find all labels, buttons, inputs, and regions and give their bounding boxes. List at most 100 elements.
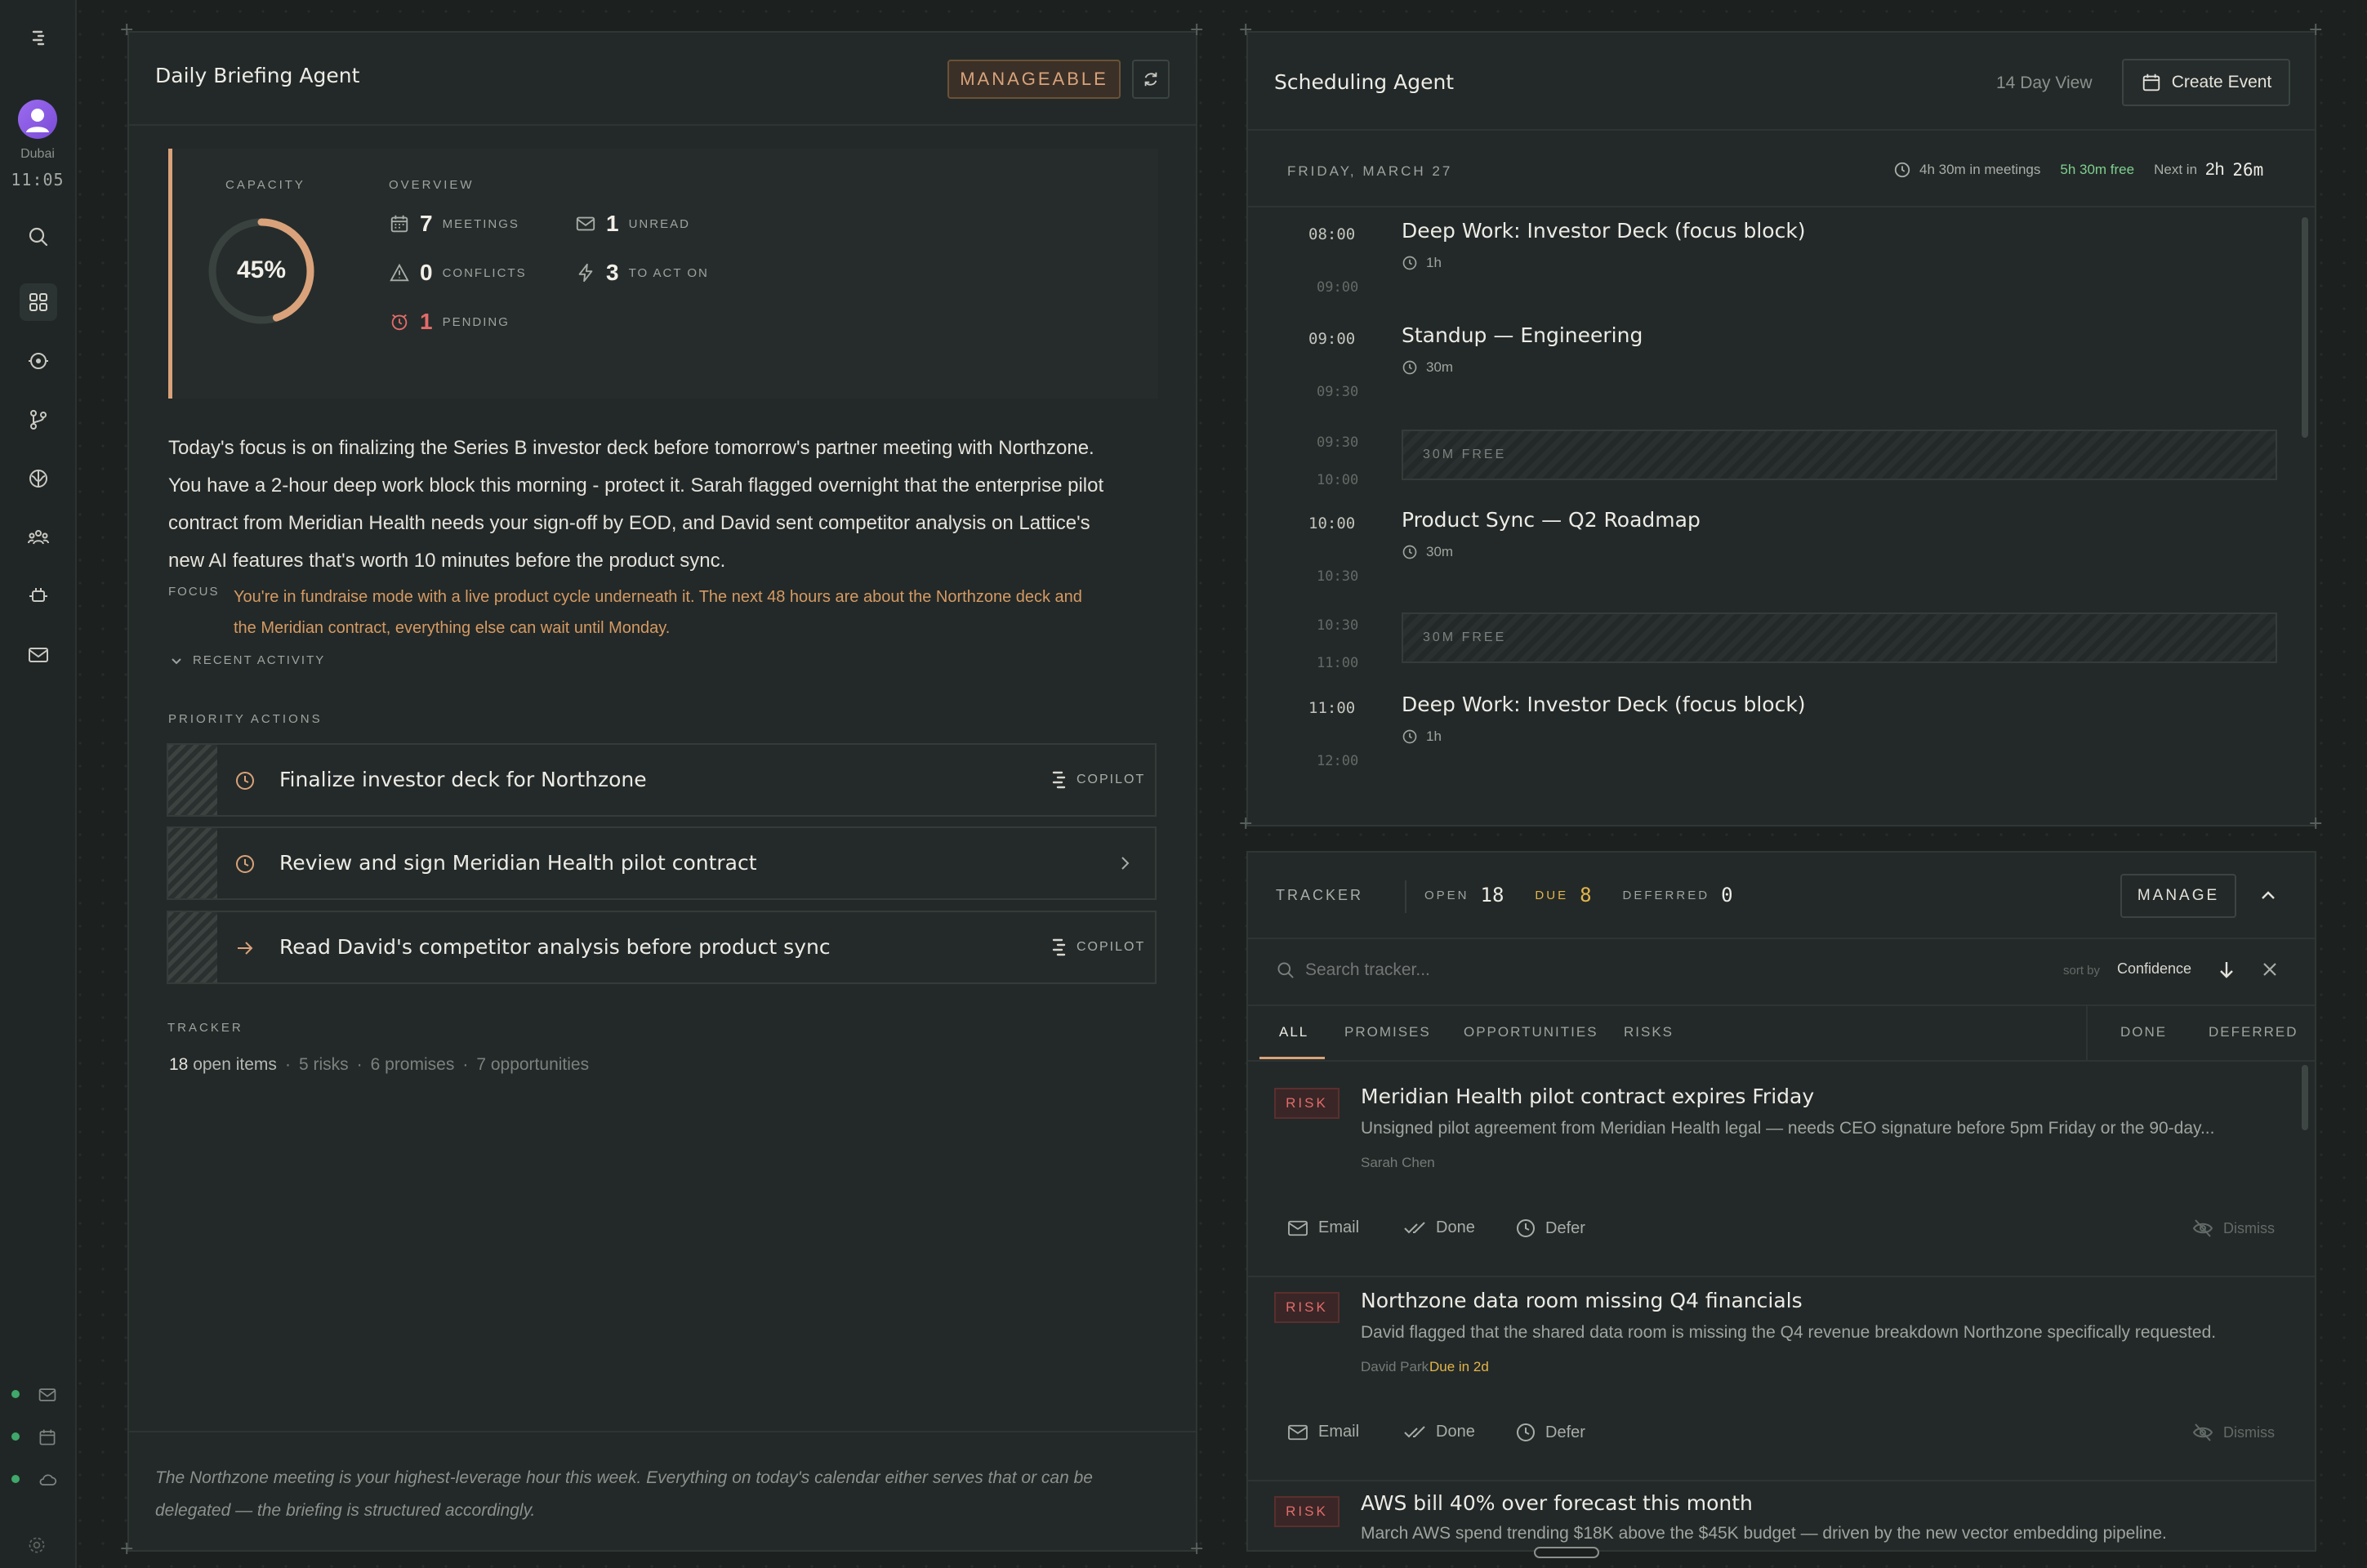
scheduling-title: Scheduling Agent	[1274, 70, 1455, 94]
dismiss-action-button[interactable]: Dismiss	[2192, 1218, 2275, 1238]
briefing-summary: Today's focus is on finalizing the Serie…	[168, 430, 1103, 580]
meetings-stat: 7 MEETINGS	[389, 211, 519, 237]
briefing-tracker-summary[interactable]: 18 open items · 5 risks · 6 promises · 7 op…	[169, 1055, 589, 1075]
tab-done[interactable]: DONE	[2120, 1024, 2167, 1040]
double-check-icon	[1404, 1425, 1425, 1437]
mail-icon[interactable]	[20, 636, 57, 674]
menu-logo-icon[interactable]	[20, 20, 57, 57]
capacity-percent: 45%	[236, 256, 287, 283]
clock-icon	[1517, 1423, 1535, 1441]
recent-activity-toggle[interactable]: RECENT ACTIVITY	[170, 653, 325, 667]
tracker-search-input[interactable]	[1305, 956, 1795, 985]
slot-end-time: 12:00	[1317, 753, 1359, 769]
dismiss-action-button[interactable]: Dismiss	[2192, 1423, 2275, 1442]
avatar[interactable]	[18, 100, 57, 139]
slot-end-time: 10:00	[1317, 472, 1359, 488]
footer-line-1: The Northzone meeting is your highest-le…	[155, 1468, 1093, 1487]
next-in-minutes: 26m	[2232, 160, 2264, 180]
conflicts-count: 0	[420, 260, 433, 285]
due-label: DUE	[1535, 888, 1569, 902]
brain-icon[interactable]	[20, 460, 57, 497]
clock-icon	[1402, 545, 1417, 559]
refresh-icon	[1144, 72, 1157, 87]
free-block[interactable]: 30M FREE	[1402, 430, 2277, 480]
free-time-text: 5h 30m free	[2060, 162, 2135, 177]
tab-all[interactable]: ALL	[1279, 1024, 1308, 1040]
event-duration: 1h	[1402, 728, 1442, 745]
event-duration-text: 30m	[1426, 359, 1454, 375]
pending-count: 1	[420, 309, 433, 334]
create-event-button[interactable]: Create Event	[2122, 59, 2290, 106]
defer-action-button[interactable]: Defer	[1516, 1218, 1585, 1238]
defer-action-button[interactable]: Defer	[1516, 1423, 1585, 1442]
corner-marker: +	[119, 20, 135, 40]
tracker-item-description: Unsigned pilot agreement from Meridian H…	[1361, 1119, 2215, 1138]
plugin-icon[interactable]	[20, 577, 57, 615]
tracker-item[interactable]: RISK AWS bill 40% over forecast this mon…	[1248, 1481, 2307, 1550]
tab-promises[interactable]: PROMISES	[1344, 1024, 1431, 1040]
sort-select[interactable]: Confidence	[2117, 960, 2191, 978]
unread-stat: 1 UNREAD	[575, 211, 690, 237]
to-act-on-count: 3	[606, 260, 619, 285]
radar-icon[interactable]	[20, 342, 57, 380]
team-icon[interactable]	[20, 519, 57, 556]
event-duration: 30m	[1402, 544, 1453, 560]
email-action-button[interactable]: Email	[1287, 1423, 1359, 1441]
manageable-status-button[interactable]: MANAGEABLE	[947, 60, 1121, 99]
tracker-item[interactable]: RISK Meridian Health pilot contract expi…	[1248, 1073, 2307, 1276]
search-icon[interactable]	[20, 218, 57, 256]
unread-count: 1	[606, 211, 619, 236]
tab-deferred[interactable]: DEFERRED	[2209, 1024, 2298, 1040]
corner-marker: +	[2308, 20, 2324, 40]
chevron-up-icon[interactable]	[2258, 885, 2279, 906]
priority-action-item[interactable]: Review and sign Meridian Health pilot co…	[167, 826, 1157, 900]
focus-text: You're in fundraise mode with a live pro…	[234, 581, 1082, 644]
scroll-handle[interactable]	[1534, 1547, 1599, 1558]
refresh-button[interactable]	[1132, 60, 1170, 99]
summary-line-3: contract from Meridian Health needs your…	[168, 512, 1090, 534]
summary-line-1: Today's focus is on finalizing the Serie…	[168, 437, 1094, 459]
focus-line-2: the Meridian contract, everything else c…	[234, 619, 671, 637]
footer-line-2: delegated — the briefing is structured a…	[155, 1501, 536, 1520]
summary-line-2: You have a 2-hour deep work block this m…	[168, 474, 1104, 497]
tab-risks[interactable]: RISKS	[1624, 1024, 1674, 1040]
event-duration-text: 30m	[1426, 544, 1454, 559]
dashboard-grid-icon[interactable]	[20, 283, 57, 321]
sort-direction-arrow-icon[interactable]	[2217, 959, 2236, 980]
clock-icon	[236, 855, 254, 873]
eye-off-icon	[2192, 1423, 2213, 1441]
settings-gear-icon[interactable]	[27, 1535, 47, 1555]
briefing-footer-note: The Northzone meeting is your highest-le…	[155, 1462, 1093, 1527]
calendar-icon	[390, 215, 408, 233]
email-action-button[interactable]: Email	[1287, 1218, 1359, 1237]
copilot-label: COPILOT	[1077, 940, 1146, 954]
close-icon[interactable]	[2261, 960, 2279, 978]
next-in-label: Next in	[2154, 162, 2198, 177]
cloud-status-icon[interactable]	[38, 1470, 57, 1490]
tab-opportunities[interactable]: OPPORTUNITIES	[1464, 1024, 1598, 1040]
copilot-button[interactable]: COPILOT	[1050, 937, 1145, 958]
event-title: Deep Work: Investor Deck (focus block)	[1402, 693, 1806, 716]
priority-action-item[interactable]: Read David's competitor analysis before …	[167, 911, 1157, 984]
conflicts-stat: 0 CONFLICTS	[389, 260, 527, 286]
copilot-icon	[1052, 771, 1066, 789]
pending-label: PENDING	[442, 314, 510, 329]
tracker-item[interactable]: RISK Northzone data room missing Q4 fina…	[1248, 1277, 2307, 1480]
tabs-divider	[2086, 1006, 2088, 1060]
git-branch-icon[interactable]	[20, 401, 57, 439]
chevron-right-icon[interactable]	[1116, 854, 1134, 872]
copilot-button[interactable]: COPILOT	[1050, 769, 1145, 791]
manage-button[interactable]: MANAGE	[2120, 874, 2236, 918]
to-act-on-stat: 3 TO ACT ON	[575, 260, 709, 286]
priority-action-title: Read David's competitor analysis before …	[279, 935, 831, 959]
schedule-scrollbar[interactable]	[2302, 217, 2308, 438]
done-action-button[interactable]: Done	[1403, 1423, 1475, 1441]
priority-action-item[interactable]: Finalize investor deck for Northzone COP…	[167, 743, 1157, 817]
calendar-status-icon[interactable]	[38, 1428, 57, 1447]
fourteen-day-view-toggle[interactable]: 14 Day View	[1996, 74, 2093, 93]
mail-status-icon[interactable]	[38, 1385, 57, 1405]
free-block[interactable]: 30M FREE	[1402, 612, 2277, 663]
slot-start-time: 11:00	[1308, 699, 1356, 717]
tracker-item-person: Sarah Chen	[1361, 1155, 1435, 1170]
done-action-button[interactable]: Done	[1403, 1218, 1475, 1237]
